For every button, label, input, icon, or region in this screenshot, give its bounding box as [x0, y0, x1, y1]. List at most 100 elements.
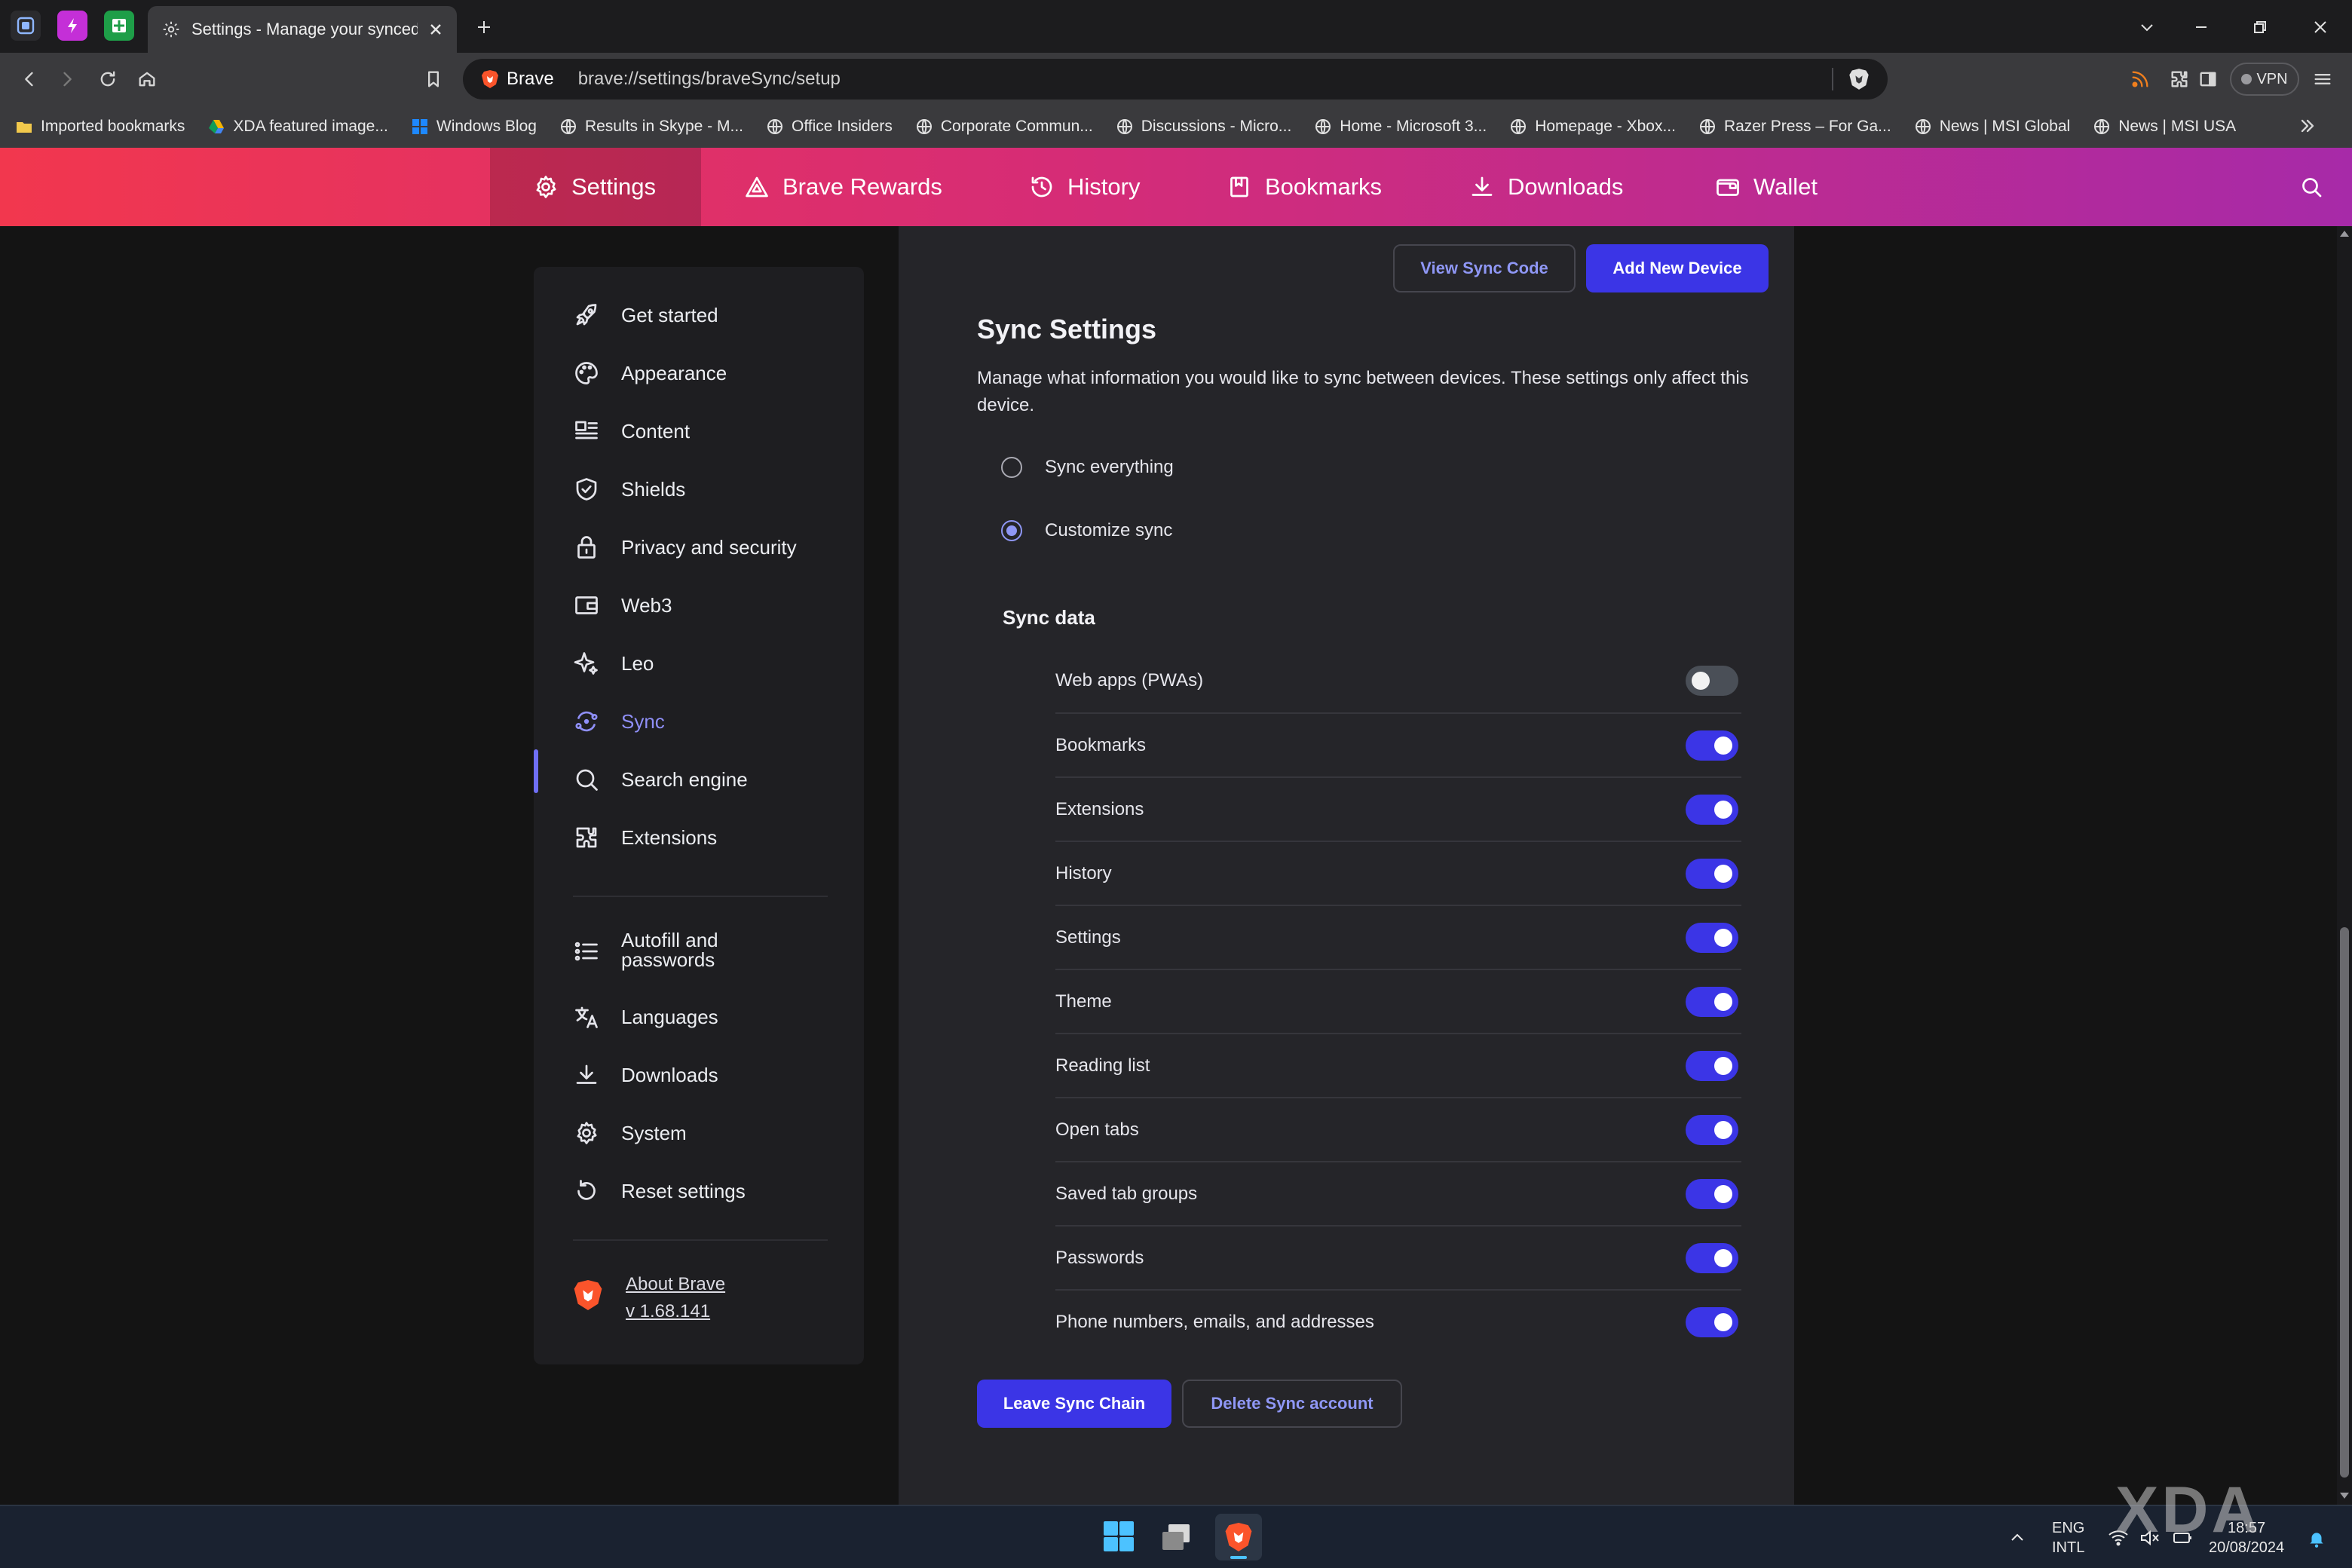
view-sync-code-button[interactable]: View Sync Code [1393, 244, 1576, 292]
sidebar-item-privacy[interactable]: Privacy and security [573, 534, 797, 561]
sidebar-item-content[interactable]: Content [573, 418, 690, 445]
bookmark-item[interactable]: XDA featured image... [207, 118, 388, 136]
sidebar-item-label: Leo [621, 651, 654, 675]
bookmark-item[interactable]: Razer Press – For Ga... [1698, 118, 1891, 136]
bookmark-item[interactable]: Office Insiders [766, 118, 893, 136]
start-button-icon[interactable] [1102, 1520, 1135, 1553]
palette-icon [573, 360, 600, 387]
bookmark-item[interactable]: News | MSI USA [2093, 118, 2236, 136]
add-new-device-button[interactable]: Add New Device [1586, 244, 1769, 292]
nav-wallet[interactable]: Wallet [1714, 148, 1818, 226]
language-indicator[interactable]: ENG INTL [2052, 1518, 2084, 1557]
toggle-switch[interactable] [1686, 1050, 1738, 1081]
taskbar-brave-icon[interactable] [1215, 1514, 1262, 1560]
delete-sync-account-button[interactable]: Delete Sync account [1182, 1380, 1402, 1428]
globe-icon [1509, 118, 1527, 136]
toggle-switch[interactable] [1686, 794, 1738, 825]
sidebar-item-downloads[interactable]: Downloads [573, 1061, 718, 1089]
toggle-switch[interactable] [1686, 986, 1738, 1017]
scroll-up-arrow-icon[interactable] [2340, 231, 2349, 237]
rss-icon[interactable] [2124, 63, 2156, 95]
sidebar-item-reset[interactable]: Reset settings [573, 1178, 746, 1205]
brave-shields-icon[interactable] [1848, 68, 1870, 90]
sidebar-item-languages[interactable]: Languages [573, 1003, 718, 1031]
nav-brave-rewards[interactable]: Brave Rewards [743, 148, 942, 226]
extensions-icon[interactable] [2164, 63, 2195, 95]
bookmark-item[interactable]: News | MSI Global [1914, 118, 2070, 136]
nav-bookmarks[interactable]: Bookmarks [1226, 148, 1382, 226]
more-bookmarks-chevron-icon[interactable] [2292, 110, 2323, 142]
nav-settings[interactable]: Settings [490, 148, 701, 226]
radio-button[interactable] [1001, 457, 1022, 478]
bookmark-item[interactable]: Results in Skype - M... [559, 118, 743, 136]
settings-search-button[interactable] [2298, 148, 2325, 226]
home-button[interactable] [131, 63, 163, 95]
task-view-icon[interactable] [1161, 1523, 1191, 1551]
bookmark-item[interactable]: Imported bookmarks [15, 118, 185, 136]
sidebar-item-autofill[interactable]: Autofill and passwords [573, 930, 749, 969]
nav-history[interactable]: History [1028, 148, 1140, 226]
toggle-switch[interactable] [1686, 1242, 1738, 1273]
download-icon [1468, 173, 1496, 201]
radio-sync-everything[interactable]: Sync everything [1001, 457, 1174, 478]
globe-icon [1314, 118, 1332, 136]
bookmark-page-button[interactable] [418, 63, 449, 95]
sidebar-item-shields[interactable]: Shields [573, 476, 685, 503]
active-tab[interactable]: Settings - Manage your synced [148, 6, 457, 53]
notification-bell-icon[interactable] [2307, 1529, 2326, 1548]
new-tab-button[interactable] [467, 11, 501, 44]
nav-downloads[interactable]: Downloads [1468, 148, 1623, 226]
nav-bookmarks-label: Bookmarks [1265, 173, 1383, 200]
version-link[interactable]: v 1.68.141 [626, 1301, 725, 1322]
page-scrollbar[interactable] [2337, 226, 2352, 1505]
sidebar-item-get-started[interactable]: Get started [573, 302, 718, 329]
toggle-switch[interactable] [1686, 922, 1738, 953]
gear-icon [573, 1119, 600, 1147]
radio-button-selected[interactable] [1001, 520, 1022, 541]
tab-search-chevron-icon[interactable] [2130, 11, 2164, 44]
address-bar[interactable]: Brave brave://settings/braveSync/setup [463, 59, 1888, 100]
workspace-icon[interactable] [11, 11, 41, 41]
sidebar-item-search-engine[interactable]: Search engine [573, 766, 748, 793]
toggle-switch[interactable] [1686, 730, 1738, 761]
radio-customize-sync[interactable]: Customize sync [1001, 520, 1172, 541]
pinned-app-icon[interactable] [57, 11, 87, 41]
scrollbar-thumb[interactable] [2340, 927, 2349, 1478]
toggle-switch[interactable] [1686, 1114, 1738, 1145]
bookmark-item[interactable]: Windows Blog [411, 118, 537, 136]
close-tab-icon[interactable] [428, 22, 443, 37]
sidebar-item-label: Languages [621, 1005, 718, 1028]
tray-chevron-icon[interactable] [2008, 1529, 2026, 1547]
forward-button[interactable] [51, 63, 83, 95]
reload-button[interactable] [92, 63, 124, 95]
menu-icon[interactable] [2307, 63, 2338, 95]
sync-settings-panel: View Sync Code Add New Device Sync Setti… [899, 226, 1794, 1505]
sidebar-item-leo[interactable]: Leo [573, 650, 654, 677]
back-button[interactable] [14, 63, 45, 95]
bookmark-item[interactable]: Discussions - Micro... [1116, 118, 1291, 136]
about-brave-link[interactable]: About Brave [626, 1274, 725, 1295]
restore-button[interactable] [2243, 11, 2277, 44]
close-window-button[interactable] [2304, 11, 2337, 44]
about-brave[interactable]: About Brave v 1.68.141 [573, 1274, 725, 1322]
toggle-switch[interactable] [1686, 665, 1738, 696]
bookmark-item[interactable]: Home - Microsoft 3... [1314, 118, 1487, 136]
scroll-down-arrow-icon[interactable] [2340, 1493, 2349, 1499]
sidebar-item-web3[interactable]: Web3 [573, 592, 672, 619]
bookmark-item[interactable]: Corporate Commun... [915, 118, 1093, 136]
toggle-switch[interactable] [1686, 858, 1738, 889]
sidebar-item-sync[interactable]: Sync [573, 708, 665, 735]
minimize-button[interactable] [2185, 11, 2218, 44]
sidebar-item-appearance[interactable]: Appearance [573, 360, 727, 387]
sidebar-item-system[interactable]: System [573, 1119, 687, 1147]
sidebar-item-extensions[interactable]: Extensions [573, 824, 717, 851]
sync-item-label: Web apps (PWAs) [1055, 669, 1204, 691]
toggle-switch[interactable] [1686, 1178, 1738, 1209]
leave-sync-chain-button[interactable]: Leave Sync Chain [977, 1380, 1171, 1428]
sheets-app-icon[interactable] [104, 11, 134, 41]
url-text[interactable]: brave://settings/braveSync/setup [578, 69, 841, 90]
bookmark-item[interactable]: Homepage - Xbox... [1509, 118, 1676, 136]
toggle-switch[interactable] [1686, 1306, 1738, 1337]
sidebar-toggle-icon[interactable] [2192, 63, 2224, 95]
vpn-button[interactable]: VPN [2230, 63, 2299, 96]
